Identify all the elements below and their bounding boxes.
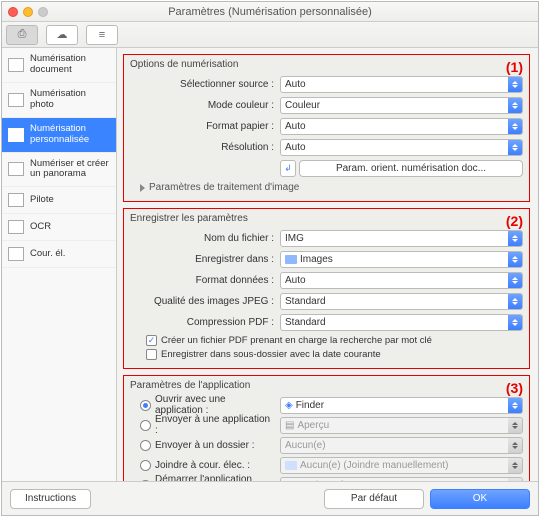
finder-icon: ◈: [285, 400, 293, 411]
filename-label: Nom du fichier :: [130, 233, 280, 244]
colormode-select[interactable]: Couleur: [280, 97, 523, 114]
sidebar-item-label: Numérisation photo: [30, 89, 110, 111]
sidebar-item-panorama[interactable]: Numériser et créer un panorama: [2, 153, 116, 188]
resolution-label: Résolution :: [130, 142, 280, 153]
open-app-select[interactable]: ◈Finder: [280, 397, 523, 414]
document-icon: [8, 58, 24, 72]
sidebar-item-ocr[interactable]: OCR: [2, 214, 116, 241]
pdf-searchable-checkbox-row[interactable]: ✓Créer un fichier PDF prenant en charge …: [146, 335, 523, 346]
radio-ocr[interactable]: [140, 480, 151, 482]
chevron-updown-icon: [508, 294, 522, 309]
sidebar-item-document[interactable]: Numérisation document: [2, 48, 116, 83]
sidebar-item-photo[interactable]: Numérisation photo: [2, 83, 116, 118]
folder-icon: [285, 461, 297, 470]
chevron-updown-icon: [508, 315, 522, 330]
chevron-updown-icon: [508, 140, 522, 155]
chevron-updown-icon: [508, 418, 522, 433]
ocr-icon: [8, 220, 24, 234]
settings-window: Paramètres (Numérisation personnalisée) …: [1, 1, 539, 516]
paper-label: Format papier :: [130, 121, 280, 132]
subfolder-date-checkbox-row[interactable]: Enregistrer dans sous-dossier avec la da…: [146, 349, 523, 360]
format-select[interactable]: Auto: [280, 272, 523, 289]
pdf-label: Compression PDF :: [130, 317, 280, 328]
sidebar-item-label: Numérisation document: [30, 54, 110, 76]
toolbar-tab-scan[interactable]: ⎙: [6, 25, 38, 45]
source-label: Sélectionner source :: [130, 79, 280, 90]
orientation-button[interactable]: Param. orient. numérisation doc...: [299, 160, 523, 177]
chevron-updown-icon: [508, 98, 522, 113]
chevron-updown-icon: [508, 273, 522, 288]
preview-icon: ▤: [285, 420, 294, 431]
ok-button[interactable]: OK: [430, 489, 530, 509]
email-select: Aucun(e) (Joindre manuellement): [280, 457, 523, 474]
sidebar-item-label: Numérisation personnalisée: [30, 124, 110, 146]
group-number: (1): [506, 59, 523, 75]
email-icon: [8, 247, 24, 261]
colormode-label: Mode couleur :: [130, 100, 280, 111]
chevron-updown-icon: [508, 458, 522, 473]
group-title: Options de numérisation: [130, 59, 523, 70]
resolution-select[interactable]: Auto: [280, 139, 523, 156]
app-settings-group: Paramètres de l'application (3) Ouvrir a…: [123, 375, 530, 481]
radio-open-app[interactable]: [140, 400, 151, 411]
jpeg-select[interactable]: Standard: [280, 293, 523, 310]
main-panel: Options de numérisation (1) Sélectionner…: [117, 48, 538, 481]
filename-combo[interactable]: IMG: [280, 230, 523, 247]
group-title: Paramètres de l'application: [130, 380, 523, 391]
group-title: Enregistrer les paramètres: [130, 213, 523, 224]
chevron-updown-icon: [508, 231, 522, 246]
chevron-updown-icon: [508, 438, 522, 453]
custom-icon: [8, 128, 24, 142]
panorama-icon: [8, 162, 24, 176]
sidebar-item-custom[interactable]: Numérisation personnalisée: [2, 118, 116, 153]
checkbox-icon: [146, 349, 157, 360]
sidebar-item-label: Numériser et créer un panorama: [30, 159, 110, 181]
radio-send-app[interactable]: [140, 420, 151, 431]
folder-icon: [285, 255, 297, 264]
chevron-updown-icon: [508, 478, 522, 482]
toolbar-tab-settings[interactable]: ≡: [86, 25, 118, 45]
format-label: Format données :: [130, 275, 280, 286]
text-icon: ▭: [285, 480, 294, 482]
chevron-updown-icon: [508, 77, 522, 92]
sidebar-item-label: Cour. él.: [30, 249, 65, 260]
sidebar-item-label: Pilote: [30, 195, 54, 206]
photo-icon: [8, 93, 24, 107]
sidebar: Numérisation document Numérisation photo…: [2, 48, 117, 481]
chevron-updown-icon: [508, 252, 522, 267]
savein-select[interactable]: Images: [280, 251, 523, 268]
window-title: Paramètres (Numérisation personnalisée): [2, 6, 538, 18]
toolbar-tab-upload[interactable]: ☁: [46, 25, 78, 45]
instructions-button[interactable]: Instructions: [10, 489, 91, 509]
image-processing-disclose[interactable]: Paramètres de traitement d'image: [140, 182, 523, 193]
titlebar: Paramètres (Numérisation personnalisée): [2, 2, 538, 22]
radio-email[interactable]: [140, 460, 151, 471]
radio-send-folder[interactable]: [140, 440, 151, 451]
chevron-updown-icon: [508, 398, 522, 413]
group-number: (2): [506, 213, 523, 229]
send-app-select: ▤Aperçu: [280, 417, 523, 434]
toolbar: ⎙ ☁ ≡: [2, 22, 538, 48]
sidebar-item-label: OCR: [30, 222, 51, 233]
pdf-select[interactable]: Standard: [280, 314, 523, 331]
sidebar-item-email[interactable]: Cour. él.: [2, 241, 116, 268]
save-settings-group: Enregistrer les paramètres (2) Nom du fi…: [123, 208, 530, 369]
jpeg-label: Qualité des images JPEG :: [130, 296, 280, 307]
orientation-icon-button[interactable]: ↲: [280, 160, 296, 177]
group-number: (3): [506, 380, 523, 396]
sidebar-item-driver[interactable]: Pilote: [2, 187, 116, 214]
triangle-right-icon: [140, 184, 145, 192]
checkbox-checked-icon: ✓: [146, 335, 157, 346]
savein-label: Enregistrer dans :: [130, 254, 280, 265]
driver-icon: [8, 193, 24, 207]
defaults-button[interactable]: Par défaut: [324, 489, 424, 509]
source-select[interactable]: Auto: [280, 76, 523, 93]
paper-select[interactable]: Auto: [280, 118, 523, 135]
scan-options-group: Options de numérisation (1) Sélectionner…: [123, 54, 530, 202]
ocr-select: ▭Sortie au format texte: [280, 477, 523, 482]
footer: Instructions Par défaut OK: [2, 481, 538, 515]
send-folder-select: Aucun(e): [280, 437, 523, 454]
chevron-updown-icon: [508, 119, 522, 134]
